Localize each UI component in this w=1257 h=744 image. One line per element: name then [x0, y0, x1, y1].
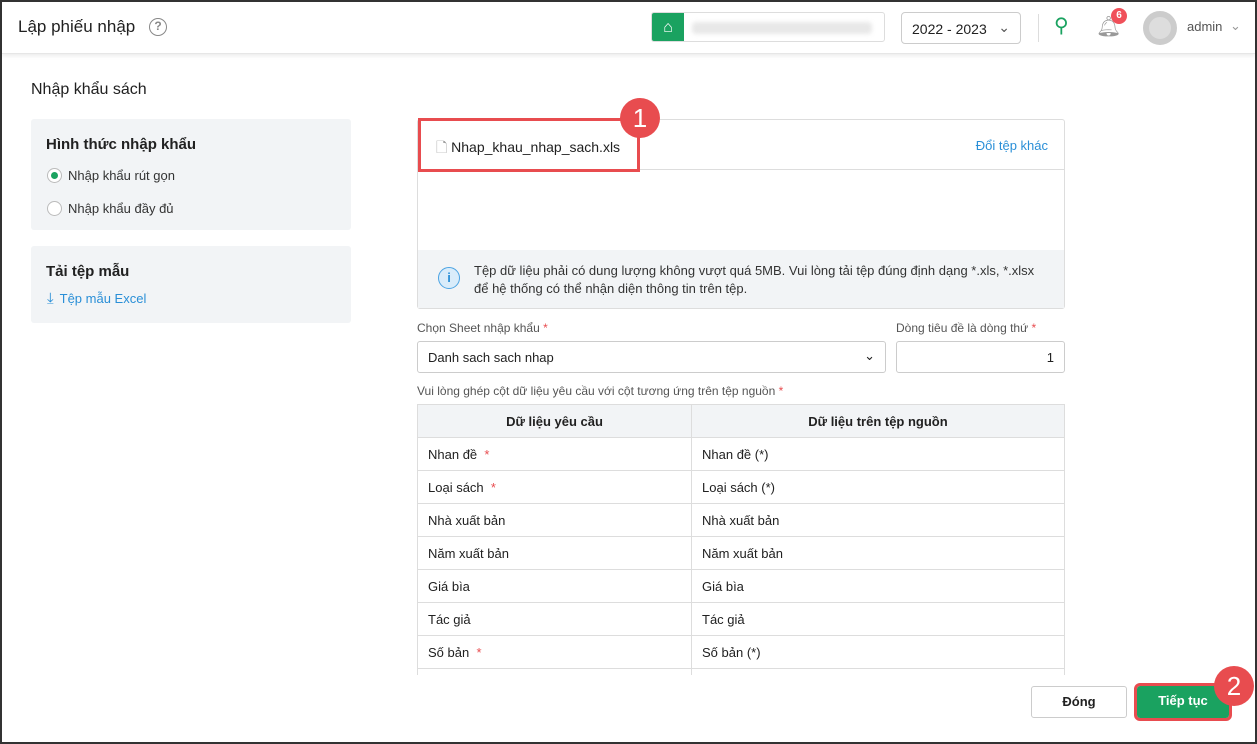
required-field: Tác giả: [417, 602, 692, 636]
field-name: Nhà xuất bản: [428, 512, 506, 528]
table-row: Nhà xuất bản Nhà xuất bản: [417, 503, 1065, 537]
field-name: Giá bìa: [428, 578, 470, 594]
source-field-select[interactable]: Giá bìa: [691, 569, 1065, 603]
source-field-select[interactable]: Số bản (*): [691, 635, 1065, 669]
required-mark: *: [490, 479, 496, 495]
required-field: Nhan đề *: [417, 437, 692, 471]
close-button[interactable]: Đóng: [1031, 686, 1127, 718]
field-name: Nhan đề: [428, 446, 478, 462]
column-header: Dữ liệu yêu cầu: [417, 404, 692, 438]
required-field: Loại sách *: [417, 470, 692, 504]
table-row: Giá bìa Giá bìa: [417, 569, 1065, 603]
required-mark: *: [484, 446, 490, 462]
field-name: Năm xuất bản: [428, 545, 509, 561]
required-field: Năm xuất bản: [417, 536, 692, 570]
source-field-select[interactable]: Nhà xuất bản: [691, 503, 1065, 537]
table-row: Tác giả Tác giả: [417, 602, 1065, 636]
table-row: [417, 668, 1065, 675]
required-field: Giá bìa: [417, 569, 692, 603]
required-field: Nhà xuất bản: [417, 503, 692, 537]
field-name: Số bản: [428, 644, 470, 660]
required-field: [417, 668, 692, 675]
field-name: Tác giả: [428, 611, 471, 627]
table-row: Loại sách * Loại sách (*): [417, 470, 1065, 504]
required-mark: *: [476, 644, 482, 660]
table-row: Năm xuất bản Năm xuất bản: [417, 536, 1065, 570]
field-name: Loại sách: [428, 479, 484, 495]
source-field-select[interactable]: [691, 668, 1065, 675]
required-field: Số bản *: [417, 635, 692, 669]
source-field-select[interactable]: Năm xuất bản: [691, 536, 1065, 570]
mapping-table: Dữ liệu yêu cầu Dữ liệu trên tệp nguồn Nh…: [417, 404, 1065, 675]
source-field-select[interactable]: Nhan đề (*): [691, 437, 1065, 471]
annotation-2: 2: [1214, 666, 1254, 706]
column-header: Dữ liệu trên tệp nguồn: [691, 404, 1065, 438]
source-field-select[interactable]: Loại sách (*): [691, 470, 1065, 504]
table-row: Số bản * Số bản (*): [417, 635, 1065, 669]
table-row: Nhan đề * Nhan đề (*): [417, 437, 1065, 471]
source-field-select[interactable]: Tác giả: [691, 602, 1065, 636]
